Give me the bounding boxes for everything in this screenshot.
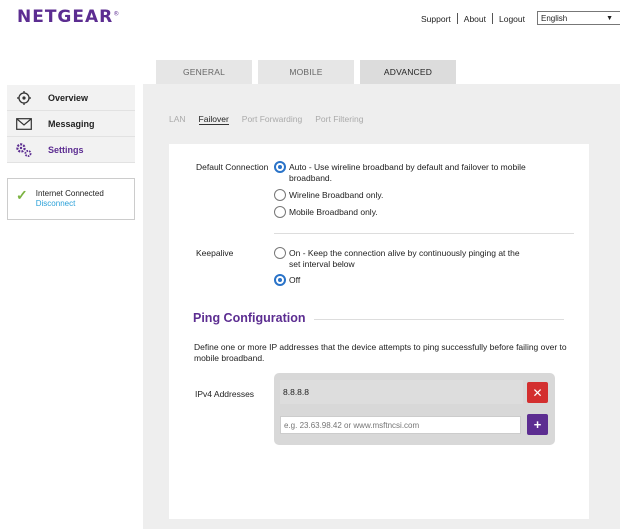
main-tabs: GENERAL MOBILE ADVANCED xyxy=(156,60,462,84)
sidebar-item-messaging[interactable]: Messaging xyxy=(7,111,135,137)
add-address-button[interactable]: + xyxy=(527,414,548,435)
language-select[interactable]: English ▼ xyxy=(537,11,620,25)
subtab-port-forwarding[interactable]: Port Forwarding xyxy=(242,114,302,125)
radio-button[interactable] xyxy=(274,206,286,218)
disconnect-link[interactable]: Disconnect xyxy=(36,199,104,209)
radio-button[interactable] xyxy=(274,247,286,259)
sidebar-item-overview[interactable]: Overview xyxy=(7,85,135,111)
option-text: broadband. xyxy=(289,173,333,183)
radio-button[interactable] xyxy=(274,189,286,201)
subtab-lan[interactable]: LAN xyxy=(169,114,186,125)
option-text: Off xyxy=(289,275,301,285)
subtab-failover[interactable]: Failover xyxy=(198,114,229,125)
radio-mobile[interactable]: Mobile Broadband only. xyxy=(274,206,378,219)
tab-advanced[interactable]: ADVANCED xyxy=(360,60,456,84)
option-text: set interval below xyxy=(289,259,355,269)
ip-address-entry: 8.8.8.8 xyxy=(280,380,523,404)
subtabs: LAN Failover Port Forwarding Port Filter… xyxy=(169,114,376,125)
language-value: English xyxy=(541,13,568,23)
tab-mobile[interactable]: MOBILE xyxy=(258,60,354,84)
radio-button-selected[interactable] xyxy=(274,161,286,173)
option-text: Auto - Use wireline broadband by default… xyxy=(289,162,526,172)
subtab-port-filtering[interactable]: Port Filtering xyxy=(315,114,363,125)
default-connection-label: Default Connection xyxy=(196,162,269,172)
ping-description: Define one or more IP addresses that the… xyxy=(194,342,567,363)
sidebar-item-settings[interactable]: Settings xyxy=(7,137,135,163)
checkmark-icon: ✓ xyxy=(16,187,28,203)
sidebar-item-label: Overview xyxy=(48,92,89,103)
sidebar-item-label: Messaging xyxy=(48,118,95,129)
about-link[interactable]: About xyxy=(458,14,492,24)
ping-configuration-title: Ping Configuration xyxy=(193,311,306,325)
gears-icon xyxy=(15,141,33,159)
radio-auto[interactable]: Auto - Use wireline broadband by default… xyxy=(274,161,526,184)
radio-wireline[interactable]: Wireline Broadband only. xyxy=(274,189,384,202)
top-links: Support About Logout xyxy=(415,13,531,24)
option-text: On - Keep the connection alive by contin… xyxy=(289,248,520,258)
option-text: Wireline Broadband only. xyxy=(289,190,384,200)
chevron-down-icon: ▼ xyxy=(606,14,613,22)
divider xyxy=(274,233,574,234)
status-text: Internet Connected xyxy=(35,189,104,198)
new-ip-address-input[interactable] xyxy=(280,416,521,434)
ipv4-label: IPv4 Addresses xyxy=(195,389,255,399)
radio-keepalive-on[interactable]: On - Keep the connection alive by contin… xyxy=(274,247,520,270)
divider xyxy=(314,319,564,320)
radio-keepalive-off[interactable]: Off xyxy=(274,274,301,287)
tab-general[interactable]: GENERAL xyxy=(156,60,252,84)
network-globe-icon xyxy=(15,89,33,107)
sidebar-item-label: Settings xyxy=(48,144,84,155)
connection-status: ✓ Internet Connected Disconnect xyxy=(7,178,135,220)
envelope-icon xyxy=(15,115,33,133)
logout-link[interactable]: Logout xyxy=(493,14,531,24)
support-link[interactable]: Support xyxy=(415,14,457,24)
sidebar: Overview Messaging Settings xyxy=(7,85,135,163)
radio-button-selected[interactable] xyxy=(274,274,286,286)
option-text: Mobile Broadband only. xyxy=(289,207,378,217)
delete-address-button[interactable]: ✕ xyxy=(527,382,548,403)
netgear-logo: NETGEAR® xyxy=(17,7,121,27)
keepalive-label: Keepalive xyxy=(196,248,234,258)
